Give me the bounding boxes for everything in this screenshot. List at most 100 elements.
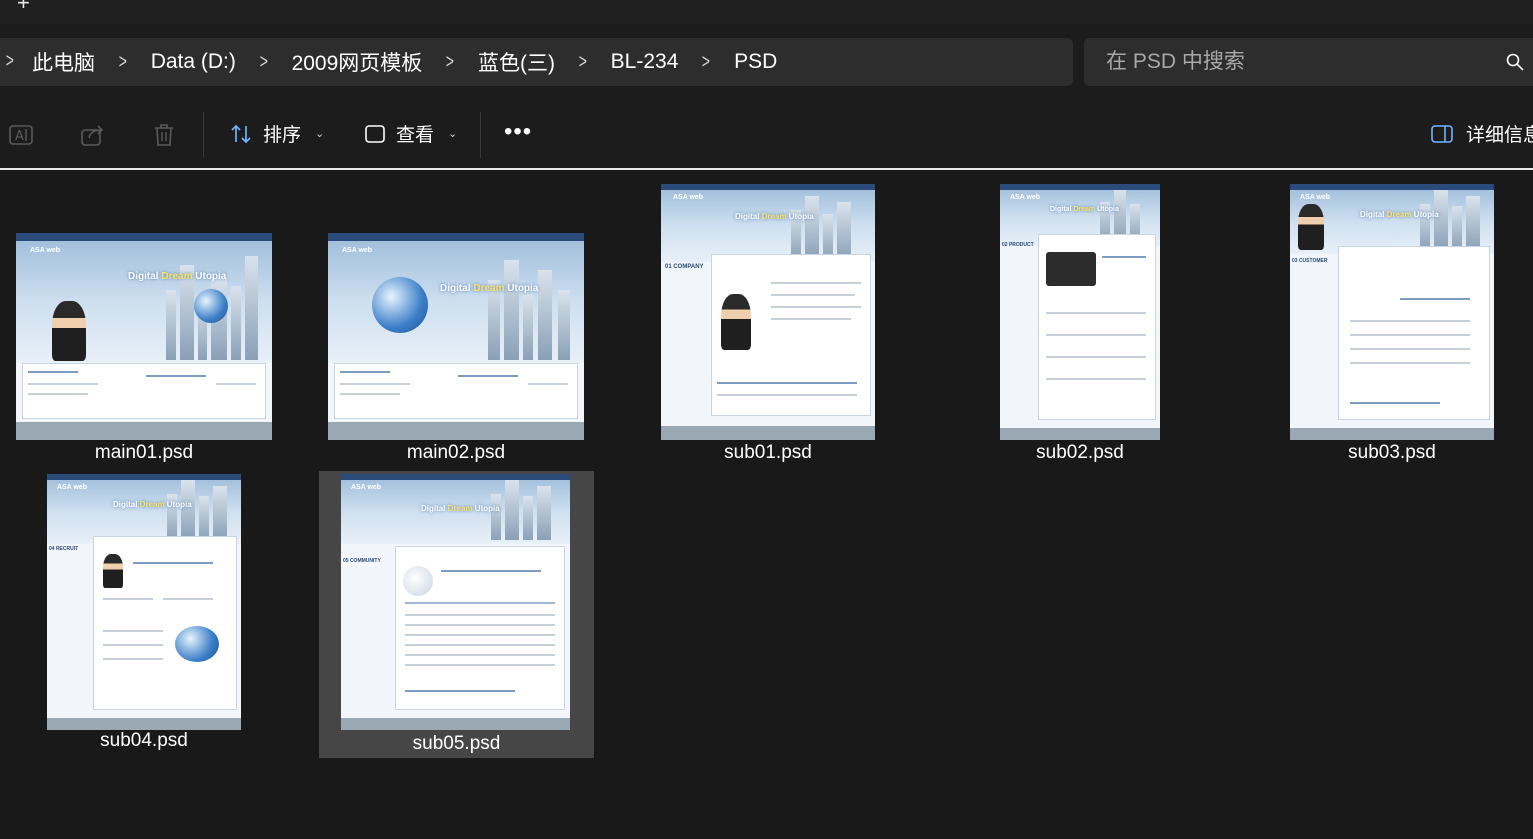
thumb-header-band: [661, 184, 875, 190]
file-thumbnail: ASA web Digital Dream Utopia: [16, 233, 272, 440]
thumb-header-band: [341, 474, 570, 480]
delete-icon[interactable]: [152, 122, 176, 148]
thumb-text-line: [1350, 334, 1470, 336]
thumb-logo: ASA web: [342, 247, 373, 254]
breadcrumb-item-this-pc[interactable]: 此电脑: [32, 47, 95, 77]
thumb-title: Digital Dream Utopia: [113, 500, 192, 509]
file-tile-main02[interactable]: ASA web Digital Dream Utopia main02.psd: [320, 174, 592, 466]
sort-button[interactable]: 排序 ⌄: [229, 120, 324, 147]
thumb-text-line: [405, 644, 555, 646]
thumb-text-line: [405, 634, 555, 636]
chevron-right-icon[interactable]: >: [6, 50, 14, 73]
breadcrumb-item-blue-three[interactable]: 蓝色(三): [478, 47, 555, 77]
thumb-logo: ASA web: [57, 484, 88, 491]
chevron-right-icon[interactable]: >: [579, 51, 587, 74]
breadcrumb-item-drive[interactable]: Data (D:): [151, 50, 236, 74]
breadcrumb-item-bl-234[interactable]: BL-234: [611, 50, 679, 74]
thumb-section-label: 05 COMMUNITY: [343, 558, 381, 564]
thumb-text-line: [340, 393, 400, 395]
file-tile-sub02[interactable]: ASA web Digital Dream Utopia 02 PRODUCT …: [992, 174, 1168, 466]
file-tile-sub03[interactable]: ASA web Digital Dream Utopia 03 CUSTOMER…: [1282, 174, 1502, 466]
view-label: 查看: [396, 125, 435, 146]
thumb-text-line: [28, 371, 78, 373]
thumb-logo: ASA web: [673, 194, 704, 201]
thumb-building: [523, 294, 533, 360]
thumb-text-line: [717, 382, 857, 384]
thumb-text-line: [441, 570, 541, 572]
thumb-building: [199, 496, 209, 540]
thumb-text-line: [405, 690, 515, 692]
details-pane-button[interactable]: 详细信息: [1430, 120, 1533, 147]
thumb-text-line: [146, 375, 206, 377]
thumb-content-panel: [1338, 246, 1490, 420]
thumb-footer: [1290, 428, 1494, 440]
thumb-title: Digital Dream Utopia: [440, 283, 539, 294]
thumb-title: Digital Dream Utopia: [735, 212, 814, 221]
thumb-text-line: [1102, 256, 1146, 258]
file-name: sub01.psd: [724, 442, 812, 463]
view-icon: [365, 124, 385, 143]
thumb-person: [52, 301, 86, 361]
thumb-person: [103, 554, 123, 588]
details-pane-icon: [1431, 124, 1453, 143]
thumb-globe: [194, 289, 228, 323]
thumb-building: [213, 486, 227, 540]
breadcrumb[interactable]: > 此电脑 > Data (D:) > 2009网页模板 > 蓝色(三) > B…: [0, 38, 1073, 86]
header-divider: [0, 168, 1533, 170]
thumb-building: [505, 480, 519, 540]
search-icon[interactable]: [1506, 53, 1524, 71]
file-tile-sub01[interactable]: ASA web Digital Dream Utopia 01 COMPANY …: [653, 174, 883, 466]
file-thumbnail: ASA web Digital Dream Utopia 01 COMPANY: [661, 184, 875, 440]
thumb-building: [837, 202, 851, 260]
thumb-person: [721, 294, 751, 350]
file-name: sub02.psd: [1036, 442, 1124, 463]
thumb-footer: [328, 422, 584, 440]
new-tab-button[interactable]: +: [17, 0, 30, 14]
thumb-text-line: [1350, 362, 1470, 364]
chevron-right-icon[interactable]: >: [119, 51, 127, 74]
file-tile-sub05[interactable]: ASA web Digital Dream Utopia 05 COMMUNIT…: [319, 471, 594, 758]
thumb-text-line: [1046, 312, 1146, 314]
chevron-right-icon[interactable]: >: [446, 51, 454, 74]
thumb-building: [538, 270, 552, 360]
thumb-footer: [16, 422, 272, 440]
thumb-text-line: [771, 294, 855, 296]
file-thumbnail: ASA web Digital Dream Utopia 03 CUSTOMER: [1290, 184, 1494, 440]
thumb-text-line: [340, 371, 390, 373]
rename-icon[interactable]: A: [8, 122, 34, 148]
search-input[interactable]: [1106, 50, 1506, 74]
thumb-logo: ASA web: [351, 484, 382, 491]
thumb-text-line: [1350, 402, 1440, 404]
details-label: 详细信息: [1466, 125, 1533, 146]
thumb-cd-image: [403, 566, 433, 596]
thumb-building: [805, 196, 819, 260]
breadcrumb-item-psd[interactable]: PSD: [734, 50, 777, 74]
thumb-text-line: [340, 383, 410, 385]
sort-label: 排序: [263, 125, 302, 146]
file-name: sub04.psd: [100, 730, 188, 751]
chevron-right-icon[interactable]: >: [260, 51, 268, 74]
thumb-building: [523, 496, 533, 540]
svg-text:A: A: [15, 129, 24, 144]
thumb-footer: [47, 718, 241, 730]
file-name: sub05.psd: [412, 733, 501, 754]
file-tile-main01[interactable]: ASA web Digital Dream Utopia main01.psd: [8, 174, 280, 466]
thumb-building: [181, 480, 195, 540]
thumb-text-line: [717, 394, 857, 396]
thumb-header-band: [16, 233, 272, 241]
thumb-person: [1298, 204, 1324, 250]
thumb-text-line: [103, 644, 163, 646]
breadcrumb-item-templates[interactable]: 2009网页模板: [292, 47, 423, 77]
file-tile-sub04[interactable]: ASA web Digital Dream Utopia 04 RECRUIT …: [39, 468, 249, 760]
thumb-section-label: 04 RECRUIT: [49, 546, 79, 552]
thumb-header-band: [47, 474, 241, 480]
thumb-text-line: [405, 654, 555, 656]
share-icon[interactable]: [80, 122, 106, 148]
tab-strip: +: [0, 0, 1533, 24]
view-button[interactable]: 查看 ⌄: [364, 120, 457, 147]
chevron-right-icon[interactable]: >: [702, 51, 710, 74]
more-options-button[interactable]: •••: [504, 118, 532, 146]
search-box[interactable]: [1084, 38, 1533, 86]
thumb-text-line: [458, 375, 518, 377]
thumb-globe: [372, 277, 428, 333]
